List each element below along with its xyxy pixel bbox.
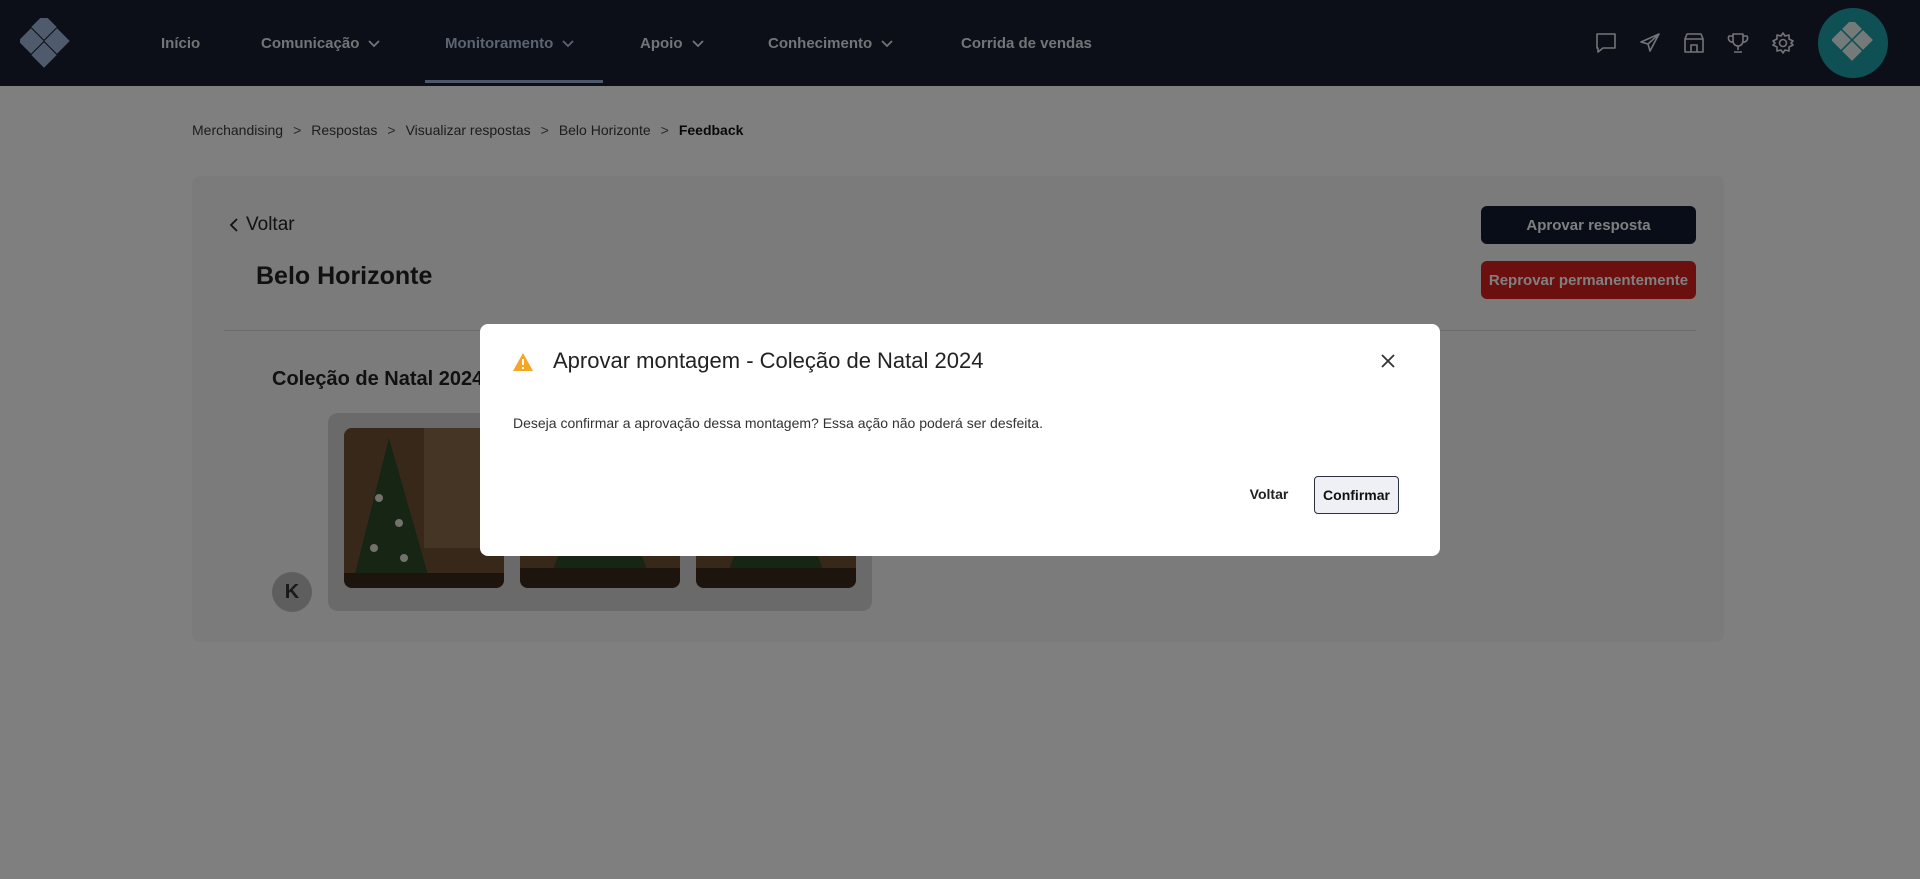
warning-icon: [513, 353, 533, 371]
dialog-message: Deseja confirmar a aprovação dessa monta…: [513, 415, 1043, 431]
dialog-cancel-button[interactable]: Voltar: [1235, 476, 1303, 512]
dialog-confirm-button[interactable]: Confirmar: [1314, 476, 1399, 514]
close-icon[interactable]: [1377, 350, 1399, 372]
approve-confirmation-dialog: Aprovar montagem - Coleção de Natal 2024…: [480, 324, 1440, 556]
dialog-title: Aprovar montagem - Coleção de Natal 2024: [553, 348, 984, 373]
